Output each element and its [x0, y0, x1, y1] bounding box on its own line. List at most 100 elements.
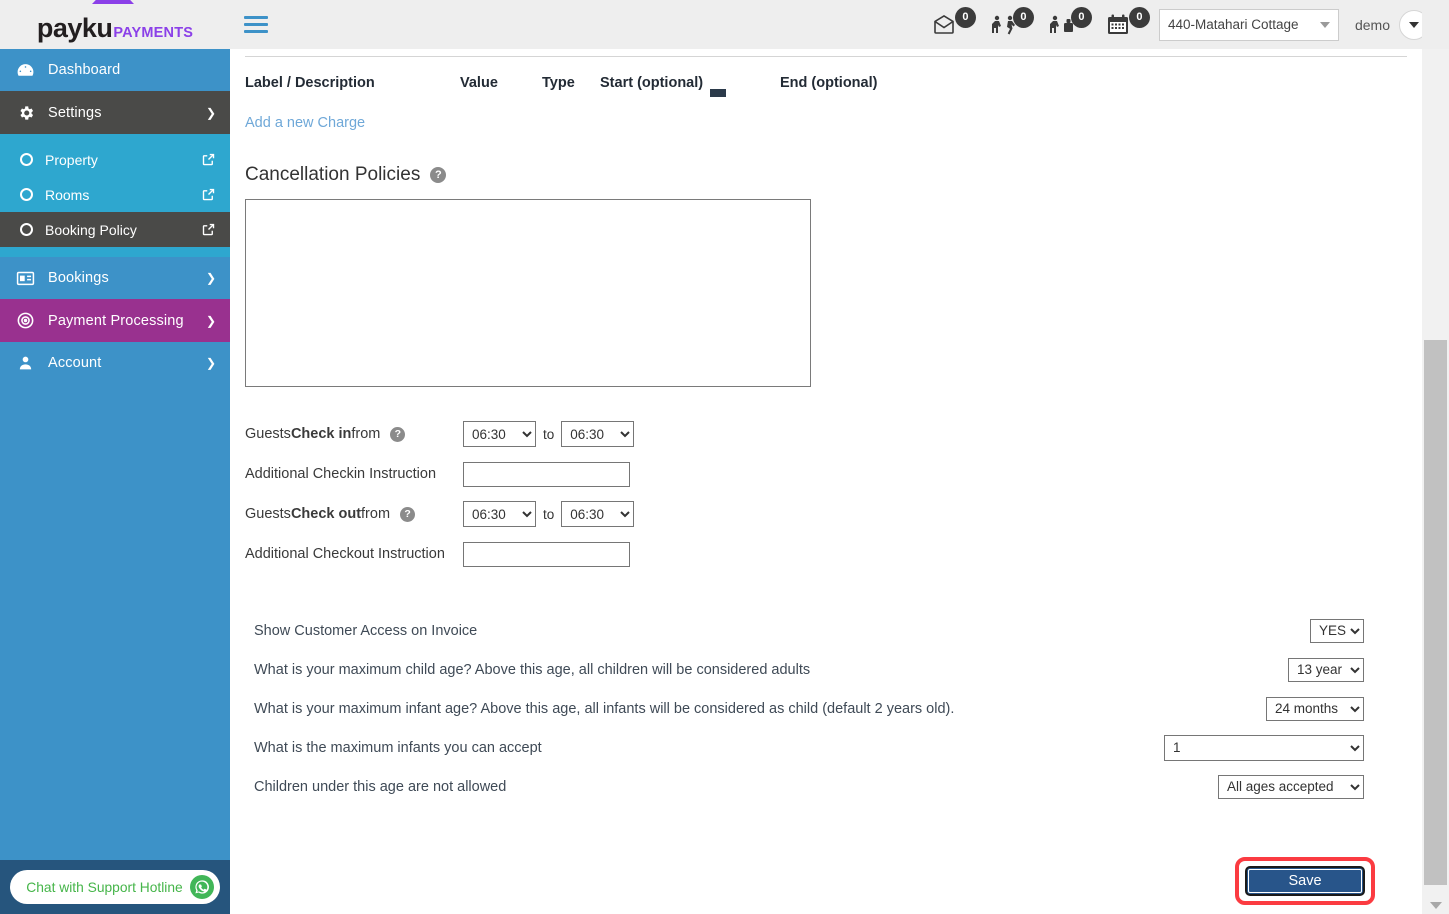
save-button[interactable]: Save [1245, 866, 1365, 896]
checkin-from-select[interactable]: 06:30 [463, 421, 536, 447]
checkin-guest-icon[interactable]: 0 [991, 6, 1034, 38]
sidebar-item-bookings[interactable]: Bookings ❯ [0, 257, 230, 299]
hamburger-icon[interactable] [244, 12, 268, 37]
checkin-time-row: Guests Check in from ? 06:30 to 06:30 [245, 414, 1422, 454]
checkin-label-suffix: from [351, 426, 381, 442]
main-content: Label / Description Value Type Start (op… [230, 49, 1422, 914]
sidebar-item-property[interactable]: Property [0, 142, 230, 177]
column-header-end: End (optional) [780, 75, 878, 91]
chevron-down-icon [1409, 21, 1419, 28]
checkout-instruction-label: Additional Checkout Instruction [245, 546, 445, 562]
sidebar-item-payment-processing[interactable]: Payment Processing ❯ [0, 299, 230, 342]
option-row-customer-access: Show Customer Access on Invoice YES [254, 611, 1364, 650]
scrollbar-thumb[interactable] [1424, 340, 1447, 885]
envelope-icon[interactable]: 0 [933, 6, 976, 38]
charges-table-header: Label / Description Value Type Start (op… [230, 57, 1422, 91]
scroll-down-arrow-icon[interactable] [1422, 897, 1449, 914]
checkout-guest-icon[interactable]: 0 [1049, 6, 1092, 38]
min-child-age-select[interactable]: All ages accepted [1218, 774, 1364, 799]
chevron-right-icon: ❯ [205, 356, 216, 370]
cutoff-element [710, 89, 726, 97]
chat-support-label: Chat with Support Hotline [26, 879, 183, 895]
checkout-time-row: Guests Check out from ? 06:30 to 06:30 [245, 494, 1422, 534]
max-infants-select[interactable]: 1 [1164, 734, 1364, 761]
checkin-instruction-input[interactable] [463, 461, 630, 487]
option-row-max-infants: What is the maximum infants you can acce… [254, 728, 1364, 767]
circle-bullet-icon [20, 153, 33, 166]
chevron-right-icon: ❯ [205, 313, 216, 328]
save-button-highlight: Save [1235, 857, 1375, 905]
add-new-charge-link[interactable]: Add a new Charge [245, 115, 365, 131]
column-header-label: Label / Description [245, 75, 375, 91]
max-infant-age-select[interactable]: 24 months [1266, 696, 1364, 721]
checkin-label-bold: Check in [290, 426, 352, 442]
target-icon [16, 311, 35, 330]
chat-support-widget[interactable]: Chat with Support Hotline [0, 860, 230, 914]
sidebar-item-account[interactable]: Account ❯ [0, 342, 230, 384]
triangle-logo-icon [91, 0, 134, 4]
sidebar-item-booking-policy[interactable]: Booking Policy [0, 212, 230, 247]
sidebar: payku PAYMENTS Dashboard Settings ❯ Prop… [0, 0, 230, 914]
checkin-label: Guests Check in from ? [245, 426, 463, 442]
checkin-instruction-label: Additional Checkin Instruction [245, 466, 437, 482]
chat-support-button[interactable]: Chat with Support Hotline [10, 870, 220, 904]
user-icon [16, 354, 35, 372]
checkout-to-select[interactable]: 06:30 [561, 501, 635, 527]
column-header-type: Type [542, 75, 575, 91]
option-label: Children under this age are not allowed [254, 778, 507, 795]
calendar-icon[interactable]: 0 [1107, 6, 1150, 38]
help-icon[interactable]: ? [390, 426, 406, 442]
brand-name: payku [36, 13, 113, 43]
sidebar-item-label: Account [48, 355, 102, 371]
sidebar-item-label: Rooms [45, 186, 90, 203]
checkout-from-select[interactable]: 06:30 [463, 501, 536, 527]
max-child-age-select[interactable]: 13 year [1288, 657, 1364, 682]
column-header-value: Value [460, 75, 498, 91]
checkin-label-prefix: Guests [245, 426, 291, 442]
help-icon[interactable]: ? [430, 167, 447, 183]
dashboard-icon [16, 61, 35, 80]
external-link-icon[interactable] [201, 152, 216, 167]
option-label: What is your maximum child age? Above th… [254, 661, 811, 678]
to-label: to [543, 506, 555, 522]
sidebar-item-label: Settings [48, 104, 102, 121]
external-link-icon[interactable] [201, 187, 216, 202]
sidebar-item-dashboard[interactable]: Dashboard [0, 49, 230, 91]
option-label: What is the maximum infants you can acce… [254, 739, 542, 756]
cancellation-policies-title: Cancellation Policies ? [245, 164, 1422, 186]
policy-options-list: Show Customer Access on Invoice YES What… [254, 611, 1364, 806]
option-row-min-child-age: Children under this age are not allowed … [254, 767, 1364, 806]
checkin-instruction-row: Additional Checkin Instruction [245, 454, 1422, 494]
property-selector[interactable]: 440-Matahari Cottage [1158, 8, 1339, 41]
customer-access-select[interactable]: YES [1310, 618, 1364, 643]
vertical-scrollbar[interactable] [1422, 0, 1449, 914]
checkout-label-prefix: Guests [245, 506, 291, 522]
app-root: payku PAYMENTS Dashboard Settings ❯ Prop… [0, 0, 1449, 914]
checkout-label: Guests Check out from ? [245, 506, 463, 522]
option-row-max-infant-age: What is your maximum infant age? Above t… [254, 689, 1364, 728]
badge-count: 0 [954, 6, 976, 28]
option-label: What is your maximum infant age? Above t… [254, 700, 955, 717]
section-title-label: Cancellation Policies [245, 164, 421, 185]
checkout-instruction-input[interactable] [463, 541, 630, 567]
external-link-icon[interactable] [201, 222, 216, 237]
brand-suffix: PAYMENTS [113, 25, 194, 41]
option-label: Show Customer Access on Invoice [254, 622, 478, 639]
checkout-label-suffix: from [361, 506, 391, 522]
sidebar-item-settings[interactable]: Settings ❯ [0, 91, 230, 134]
brand-logo[interactable]: payku PAYMENTS [0, 0, 230, 49]
bookings-icon [16, 270, 35, 286]
sidebar-submenu-settings: Property Rooms Booking Policy [0, 134, 230, 257]
chevron-down-icon [1319, 21, 1330, 28]
option-row-max-child-age: What is your maximum child age? Above th… [254, 650, 1364, 689]
checkin-to-select[interactable]: 06:30 [561, 421, 635, 447]
chevron-right-icon: ❯ [205, 271, 216, 285]
column-header-start: Start (optional) [600, 75, 704, 91]
checkin-checkout-form: Guests Check in from ? 06:30 to 06:30 Ad… [245, 414, 1422, 574]
user-menu[interactable]: demo [1355, 9, 1429, 40]
whatsapp-icon [189, 875, 214, 899]
sidebar-item-rooms[interactable]: Rooms [0, 177, 230, 212]
gear-icon [16, 104, 35, 122]
help-icon[interactable]: ? [400, 506, 416, 522]
cancellation-policies-textarea[interactable] [245, 199, 811, 387]
